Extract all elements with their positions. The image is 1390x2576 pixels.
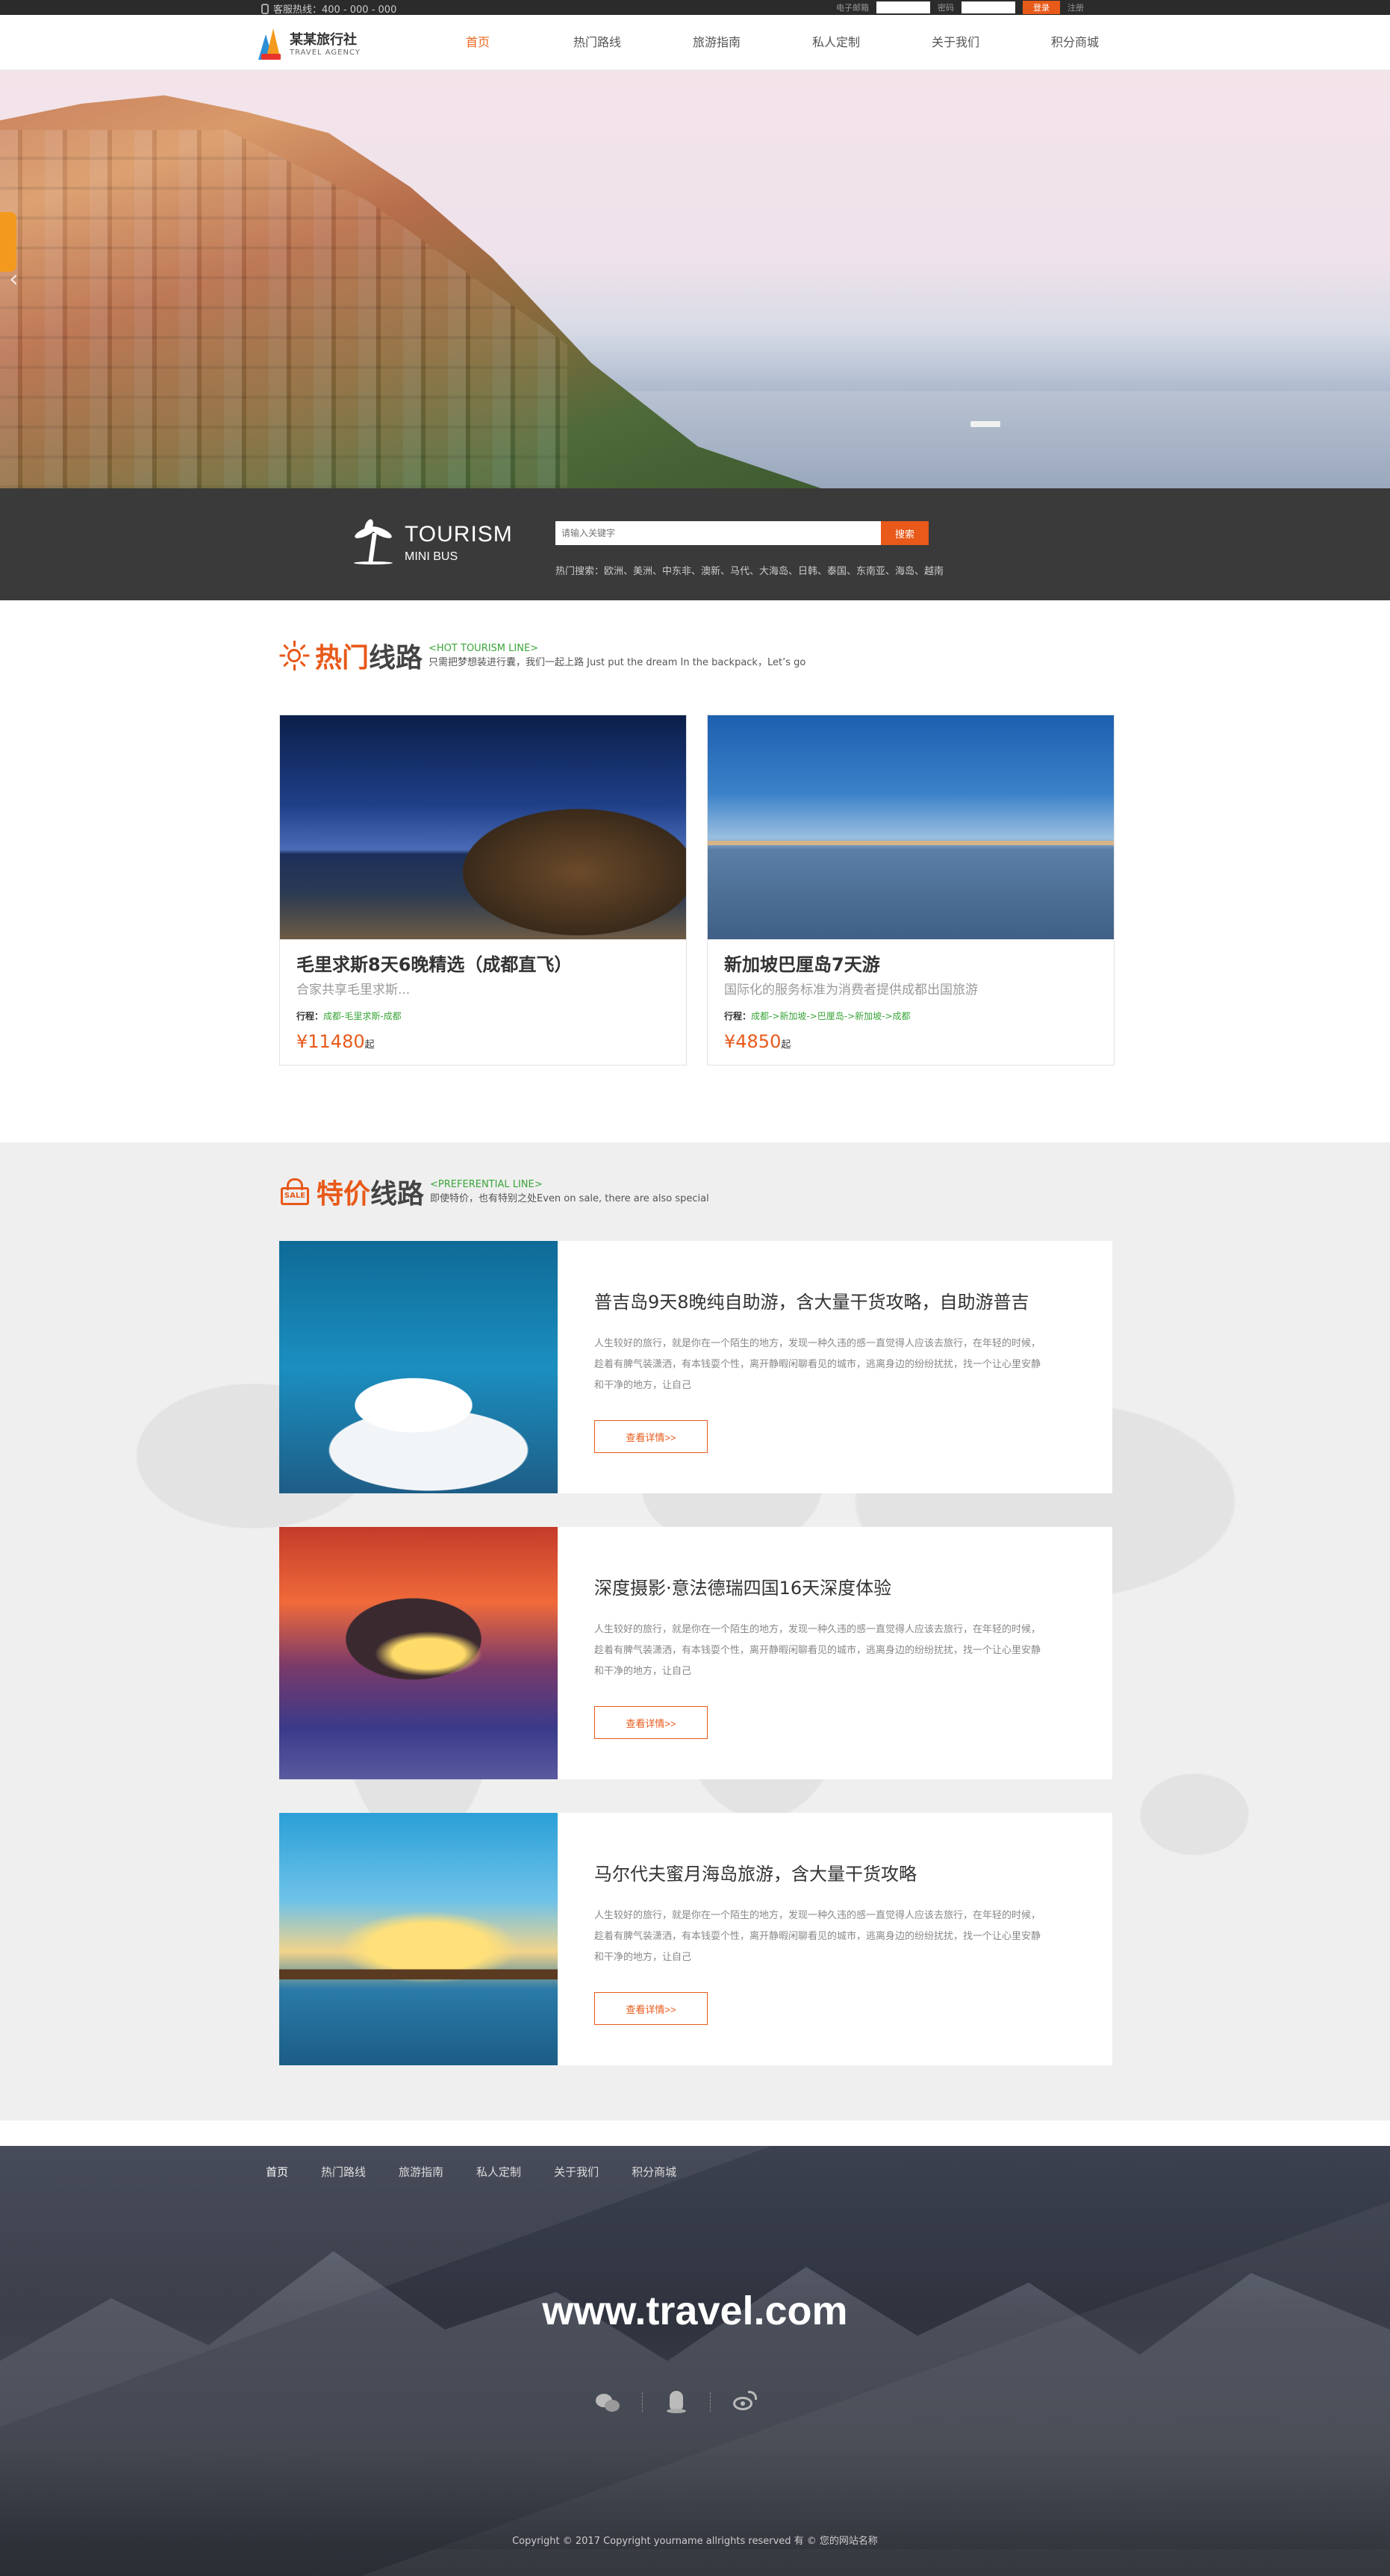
route-image[interactable] — [280, 715, 686, 939]
section-title: 特价线路 — [317, 1179, 425, 1210]
deal-text: 人生较好的旅行，就是你在一个陌生的地方，发现一种久违的感一直觉得人应该去旅行，在… — [594, 1910, 1041, 1963]
nav-item-custom[interactable]: 私人定制 — [776, 15, 896, 70]
section-desc: 即使特价，也有特别之处Even on sale, there are also … — [430, 1193, 709, 1204]
side-service-tab[interactable] — [0, 212, 16, 272]
password-field[interactable] — [962, 1, 1015, 13]
section-title-en: <PREFERENTIAL LINE> — [430, 1179, 543, 1190]
login-button[interactable]: 登录 — [1023, 1, 1060, 14]
hotline-text: 客服热线：400 - 000 - 000 — [273, 4, 397, 16]
route-desc: 合家共享毛里求斯... — [296, 983, 411, 998]
route-name[interactable]: 新加坡巴厘岛7天游 — [724, 950, 1114, 976]
site-header: 某某旅行社 TRAVEL AGENCY 首页 热门路线 旅游指南 私人定制 关于… — [0, 15, 1390, 70]
weibo-icon[interactable] — [732, 2391, 757, 2413]
logo-name: 某某旅行社 — [290, 31, 357, 48]
sun-icon — [279, 641, 310, 671]
deal-title[interactable]: 深度摄影·意法德瑞四国16天深度体验 — [594, 1573, 891, 1599]
deal-image[interactable] — [279, 1813, 558, 2065]
nav-item-about[interactable]: 关于我们 — [896, 15, 1015, 70]
copyright: Copyright © 2017 Copyright yourname allr… — [512, 2536, 878, 2547]
login-area: 电子邮箱 密码 登录 注册 — [836, 1, 1084, 14]
route-price: ¥11480起 — [296, 1031, 375, 1052]
hero-boat — [970, 421, 1000, 427]
deal-title[interactable]: 普吉岛9天8晚纯自助游，含大量干货攻略，自助游普吉 — [594, 1287, 1029, 1313]
wechat-icon[interactable] — [596, 2391, 621, 2413]
view-details-button[interactable]: 查看详情>> — [594, 1706, 708, 1739]
section-title: 热门线路 — [315, 643, 423, 673]
site-url: www.travel.com — [542, 2289, 848, 2333]
email-label: 电子邮箱 — [836, 3, 869, 13]
route-itinerary: 行程：成都->新加坡->巴厘岛->新加坡->成都 — [724, 1011, 911, 1021]
password-label: 密码 — [938, 3, 954, 13]
deal-image[interactable] — [279, 1527, 558, 1779]
search-box: 搜索 — [555, 521, 929, 545]
nav-item-guide[interactable]: 旅游指南 — [657, 15, 776, 70]
footer-nav-shop[interactable]: 积分商城 — [620, 2164, 685, 2180]
deal-card: 深度摄影·意法德瑞四国16天深度体验 人生较好的旅行，就是你在一个陌生的地方，发… — [279, 1527, 1112, 1779]
footer-nav-guide[interactable]: 旅游指南 — [387, 2164, 452, 2180]
email-field[interactable] — [876, 1, 930, 13]
nav-item-shop[interactable]: 积分商城 — [1015, 15, 1135, 70]
route-card[interactable]: 毛里求斯8天6晚精选（成都直飞） 合家共享毛里求斯... 行程：成都-毛里求斯-… — [279, 715, 687, 1065]
hero-banner: ‹ — [0, 70, 1390, 488]
route-card[interactable]: 新加坡巴厘岛7天游 国际化的服务标准为消费者提供成都出国旅游 行程：成都->新加… — [707, 715, 1115, 1065]
footer-nav: 首页 热门路线 旅游指南 私人定制 关于我们 积分商城 — [254, 2164, 697, 2180]
logo-mark-icon — [258, 25, 284, 60]
qq-icon[interactable] — [664, 2391, 689, 2413]
footer-nav-home[interactable]: 首页 — [254, 2164, 297, 2180]
logo[interactable]: 某某旅行社 TRAVEL AGENCY — [258, 25, 361, 60]
tourism-title: TOURISM — [405, 522, 513, 547]
footer-nav-about[interactable]: 关于我们 — [542, 2164, 608, 2180]
deal-image[interactable] — [279, 1241, 558, 1493]
search-input[interactable] — [555, 521, 881, 545]
site-footer: 首页 热门路线 旅游指南 私人定制 关于我们 积分商城 www.travel.c… — [0, 2146, 1390, 2576]
route-itinerary: 行程：成都-毛里求斯-成都 — [296, 1011, 402, 1021]
deal-card: 马尔代夫蜜月海岛旅游，含大量干货攻略 人生较好的旅行，就是你在一个陌生的地方，发… — [279, 1813, 1112, 2065]
palm-tree-icon — [352, 517, 394, 567]
footer-nav-hot-routes[interactable]: 热门路线 — [309, 2164, 375, 2180]
hotline: 客服热线：400 - 000 - 000 — [261, 1, 396, 16]
section-title-en: <HOT TOURISM LINE> — [428, 643, 539, 654]
route-desc: 国际化的服务标准为消费者提供成都出国旅游 — [724, 983, 978, 998]
route-price: ¥4850起 — [724, 1031, 791, 1052]
deal-text: 人生较好的旅行，就是你在一个陌生的地方，发现一种久违的感一直觉得人应该去旅行，在… — [594, 1338, 1041, 1391]
register-link[interactable]: 注册 — [1068, 1, 1084, 13]
deal-card: 普吉岛9天8晚纯自助游，含大量干货攻略，自助游普吉 人生较好的旅行，就是你在一个… — [279, 1241, 1112, 1493]
route-name[interactable]: 毛里求斯8天6晚精选（成都直飞） — [296, 950, 686, 976]
nav-item-hot-routes[interactable]: 热门路线 — [537, 15, 657, 70]
search-button[interactable]: 搜索 — [881, 521, 929, 545]
section-desc: 只需把梦想装进行囊，我们一起上路 Just put the dream In t… — [428, 657, 806, 668]
hot-search-keywords[interactable]: 热门搜索：欧洲、美洲、中东非、澳新、马代、大海岛、日韩、泰国、东南亚、海岛、越南 — [555, 563, 944, 577]
top-utility-bar: 客服热线：400 - 000 - 000 电子邮箱 密码 登录 注册 — [0, 0, 1390, 16]
search-band: TOURISM MINI BUS 搜索 热门搜索：欧洲、美洲、中东非、澳新、马代… — [0, 488, 1390, 600]
main-nav: 首页 热门路线 旅游指南 私人定制 关于我们 积分商城 — [418, 15, 1135, 70]
phone-icon — [261, 3, 269, 14]
hero-houses — [0, 130, 567, 488]
deal-text: 人生较好的旅行，就是你在一个陌生的地方，发现一种久违的感一直觉得人应该去旅行，在… — [594, 1624, 1041, 1677]
deal-title[interactable]: 马尔代夫蜜月海岛旅游，含大量干货攻略 — [594, 1859, 917, 1885]
nav-item-home[interactable]: 首页 — [418, 15, 537, 70]
tourism-logo: TOURISM MINI BUS — [352, 517, 513, 567]
view-details-button[interactable]: 查看详情>> — [594, 1992, 708, 2025]
hot-routes-heading: 热门线路 <HOT TOURISM LINE> 只需把梦想装进行囊，我们一起上路… — [279, 636, 805, 675]
logo-subtitle: TRAVEL AGENCY — [290, 48, 361, 57]
route-image[interactable] — [708, 715, 1114, 939]
view-details-button[interactable]: 查看详情>> — [594, 1420, 708, 1453]
sale-bag-icon: SALE — [279, 1177, 311, 1207]
social-links — [575, 2391, 778, 2413]
footer-nav-custom[interactable]: 私人定制 — [464, 2164, 530, 2180]
tourism-subtitle: MINI BUS — [405, 550, 458, 563]
chevron-left-icon[interactable]: ‹ — [9, 264, 19, 293]
preferential-heading: SALE 特价线路 <PREFERENTIAL LINE> 即使特价，也有特别之… — [279, 1172, 709, 1211]
